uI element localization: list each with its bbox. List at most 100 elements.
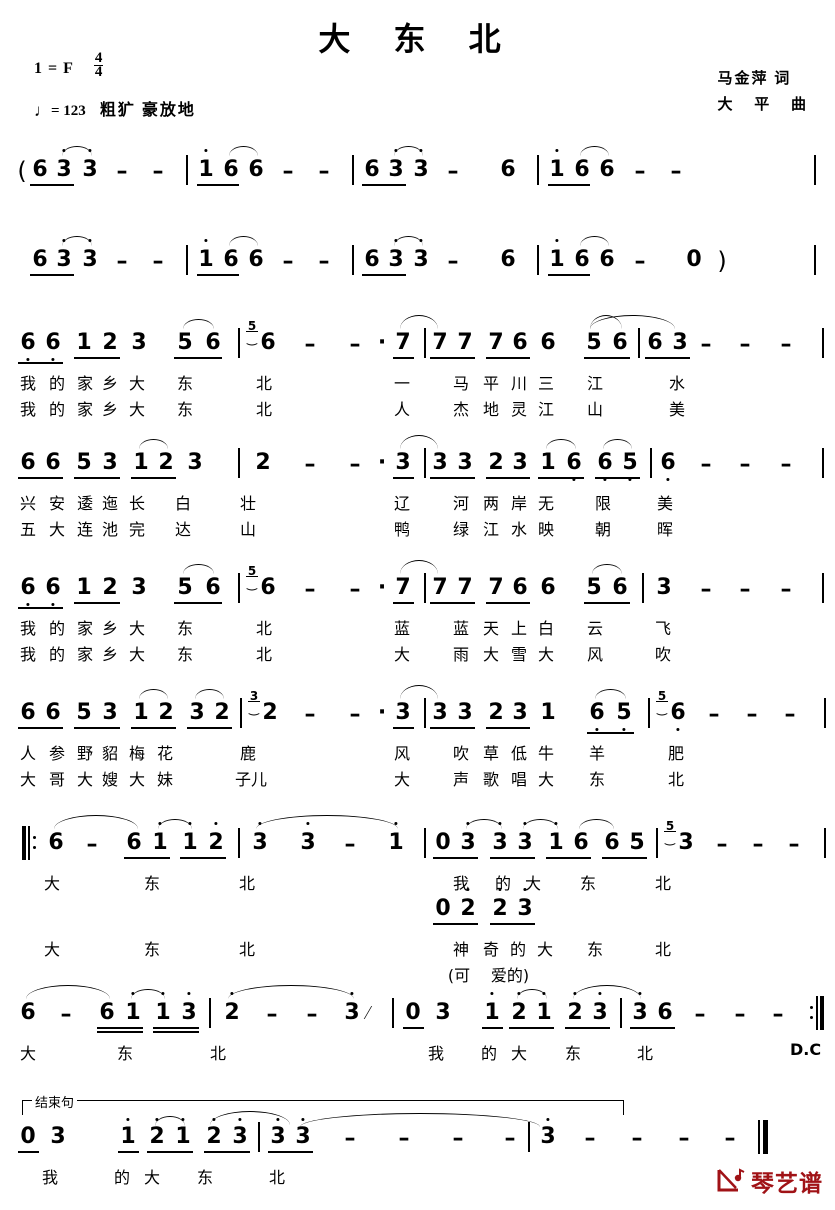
note: 3 (232, 1124, 248, 1149)
note: 6 (647, 330, 663, 355)
note: 6 (512, 330, 528, 355)
beam (18, 727, 63, 729)
note: 6 (540, 330, 556, 355)
lyric: 羊 (588, 744, 606, 763)
note: 6 (45, 330, 61, 355)
beam-secondary (153, 1031, 199, 1033)
note: 3 (56, 247, 72, 272)
note: 3 (388, 247, 404, 272)
page-title: 大 东 北 (318, 20, 517, 58)
barline (814, 245, 816, 275)
beam (645, 357, 690, 359)
sustain-dash: – (788, 832, 800, 857)
lyric: 歌 (482, 770, 500, 789)
lyric: 大 (143, 1168, 161, 1187)
verse-2-lyrics-row-a: 兴 安 逶 迤 长 白 壮 辽 河 两 岸 无 限 美 (0, 490, 835, 516)
lyric: 大 (537, 645, 555, 664)
lyric: 低 (510, 744, 528, 763)
beam (584, 357, 630, 359)
lyric: 北 (238, 874, 256, 893)
note: 7 (488, 330, 504, 355)
lyric: 花 (156, 744, 174, 763)
note: 6 (573, 830, 589, 855)
verse-3-lyrics-row-b: 我 的 家 乡 大 东 北 大 雨 大 雪 大 风 吹 (0, 641, 835, 667)
barline (814, 155, 816, 185)
beam (393, 477, 414, 479)
lyric: 江 (537, 400, 555, 419)
note: 1 (540, 450, 556, 475)
note: 0 (435, 830, 451, 855)
beam (174, 602, 222, 604)
lyric: 大 (537, 770, 555, 789)
note: 6 (223, 157, 239, 182)
barline (424, 328, 426, 358)
barline (537, 245, 539, 275)
slur (400, 315, 438, 329)
barline (258, 1122, 260, 1152)
sustain-dash: – (304, 577, 316, 602)
lyric: 兴 (19, 494, 37, 513)
beam (433, 923, 478, 925)
note: 6 (248, 157, 264, 182)
ending-bracket-label: 结束句 (32, 1092, 78, 1111)
barline (642, 573, 644, 603)
lyric: 的 (48, 374, 66, 393)
lyric: 无 (537, 494, 555, 513)
sustain-dash: – (447, 249, 459, 274)
note: 3 (672, 330, 688, 355)
lyric: 大 (510, 1044, 528, 1063)
beam (362, 274, 406, 276)
note: 7 (457, 330, 473, 355)
lyric: 大 (19, 770, 37, 789)
sustain-dash: – (634, 249, 646, 274)
verse-line-3: 6 6 1 2 3 5 6 5 ‿ 6 – – · 7 7 7 7 6 6 5 … (0, 560, 835, 667)
lyric: 两 (482, 494, 500, 513)
lyric: 我 (427, 1044, 445, 1063)
lyric: 我 (19, 619, 37, 638)
sustain-dash: – (670, 159, 682, 184)
slur (158, 819, 192, 829)
barline (209, 998, 211, 1028)
note: 6 (260, 575, 276, 600)
note: 6 (599, 157, 615, 182)
note: 1 (76, 330, 92, 355)
beam-secondary (97, 1031, 143, 1033)
note: 5 (629, 830, 645, 855)
lyric: 达 (174, 520, 192, 539)
note: 1 (536, 1000, 552, 1025)
lyric: 白 (174, 494, 192, 513)
sustain-dash: – (318, 159, 330, 184)
octave-dot-high (555, 149, 559, 153)
lyric: 大 (393, 770, 411, 789)
note: 3 (300, 830, 316, 855)
note: 2 (208, 830, 224, 855)
note: 2 (255, 450, 271, 475)
note: 7 (488, 575, 504, 600)
lyric: 乡 (101, 400, 119, 419)
note: 2 (102, 330, 118, 355)
note: 3 (632, 1000, 648, 1025)
beam (124, 857, 170, 859)
note: 2 (102, 575, 118, 600)
beam (74, 727, 120, 729)
note: 3 (50, 1124, 66, 1149)
beam (403, 1027, 424, 1029)
sustain-dash: – (86, 832, 98, 857)
beam (30, 274, 74, 276)
lyric: 北 (654, 940, 672, 959)
beam (546, 857, 591, 859)
sustain-dash: – (780, 452, 792, 477)
note: 3 (131, 575, 147, 600)
slur (400, 435, 438, 449)
site-watermark: 琴艺谱 (716, 1164, 823, 1198)
lyric: 完 (128, 520, 146, 539)
octave-dot-low (26, 603, 30, 607)
lyric: 的 (48, 645, 66, 664)
sustain-dash: – (772, 1002, 784, 1027)
lyric: 的 (494, 874, 512, 893)
intro-notes-row-1: ( 6 3 3 – – 1 6 6 – – 6 3 3 – 6 1 6 6 – … (0, 145, 835, 197)
note: 3 (656, 575, 672, 600)
sustain-dash: – (724, 1126, 736, 1151)
lyric: 连 (76, 520, 94, 539)
note: 1 (484, 1000, 500, 1025)
